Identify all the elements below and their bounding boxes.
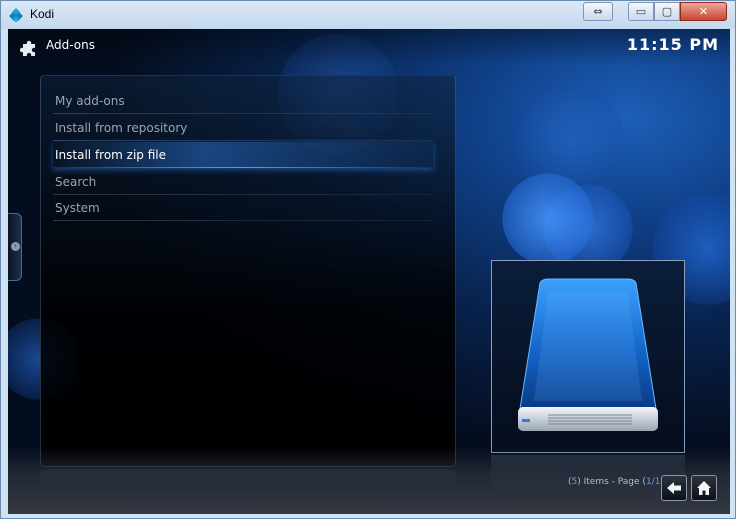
item-count: 5 bbox=[571, 477, 578, 487]
close-icon: ✕ bbox=[698, 5, 709, 18]
home-button[interactable] bbox=[691, 475, 717, 501]
window-titlebar[interactable]: Kodi ⇔ ▭ ▢ ✕ bbox=[1, 1, 735, 29]
page-number: 1/1 bbox=[645, 477, 661, 487]
window-title: Kodi bbox=[30, 7, 55, 21]
kodi-logo-icon bbox=[9, 8, 23, 22]
back-button[interactable] bbox=[661, 475, 687, 501]
minimize-icon: ▭ bbox=[635, 5, 647, 18]
menu-item-my-addons[interactable]: My add-ons bbox=[53, 88, 433, 114]
header-fade bbox=[8, 29, 730, 64]
kodi-content: Add-ons 11:15 PM › My add-ons Install fr… bbox=[8, 29, 730, 514]
items-page-label: Items - Page bbox=[583, 477, 640, 487]
snap-button[interactable]: ⇔ bbox=[583, 2, 613, 21]
menu-item-install-from-zip-file[interactable]: Install from zip file bbox=[53, 142, 433, 168]
menu-item-system[interactable]: System bbox=[53, 195, 433, 221]
maximize-icon: ▢ bbox=[661, 5, 673, 18]
home-icon bbox=[697, 481, 711, 495]
kodi-window: Kodi ⇔ ▭ ▢ ✕ Add-ons 11:15 PM › My add-o… bbox=[0, 0, 736, 519]
snap-icon: ⇔ bbox=[593, 5, 603, 18]
maximize-button[interactable]: ▢ bbox=[654, 2, 680, 21]
addons-menu-panel: My add-ons Install from repository Insta… bbox=[40, 75, 456, 467]
side-menu-handle[interactable]: › bbox=[8, 213, 22, 281]
clock: 11:15 PM bbox=[626, 35, 719, 54]
page-info: (5) Items - Page (1/1) bbox=[568, 477, 664, 487]
close-button[interactable]: ✕ bbox=[680, 2, 727, 21]
external-drive-icon bbox=[518, 278, 658, 431]
minimize-button[interactable]: ▭ bbox=[628, 2, 654, 21]
arrow-left-icon bbox=[667, 482, 681, 494]
selected-item-thumbnail bbox=[491, 260, 685, 453]
puzzle-piece-icon bbox=[20, 40, 35, 56]
menu-item-install-from-repository[interactable]: Install from repository bbox=[53, 115, 433, 141]
menu-item-search[interactable]: Search bbox=[53, 169, 433, 195]
page-title: Add-ons bbox=[46, 38, 95, 52]
chevron-right-icon: › bbox=[11, 242, 20, 251]
